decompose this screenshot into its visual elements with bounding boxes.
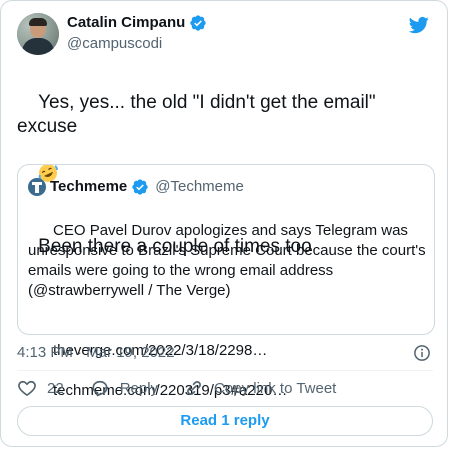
reply-icon [92,380,108,397]
verified-badge-icon [132,179,148,195]
quoted-tweet-header: Techmeme @Techmeme [28,177,244,197]
heart-icon [18,380,36,396]
tweet-timestamp[interactable]: 4:13 PM · Mar 19, 2022 [17,343,175,363]
read-replies-button[interactable]: Read 1 reply [17,406,433,436]
author-name[interactable]: Catalin Cimpanu [67,13,185,33]
copy-link-label: Copy link to Tweet [214,379,337,397]
techmeme-logo-icon [28,178,46,196]
author-name-row[interactable]: Catalin Cimpanu [67,13,207,33]
verified-badge-icon [190,15,207,31]
reply-label: Reply [119,379,159,397]
divider [17,370,433,371]
link-icon [187,381,201,395]
like-button[interactable]: 22 [17,378,64,398]
quoted-tweet[interactable]: Techmeme @Techmeme CEO Pavel Durov apolo… [17,164,435,399]
twitter-bird-icon[interactable] [407,15,431,35]
author-handle[interactable]: @campuscodi [67,34,162,54]
avatar[interactable] [17,13,59,55]
reply-button[interactable]: Reply [90,378,158,398]
like-count: 22 [47,379,64,397]
quoted-author-handle: @Techmeme [155,178,244,195]
quoted-author-name: Techmeme [50,178,128,195]
quoted-text-body: CEO Pavel Durov apologizes and says Tele… [28,222,430,299]
copy-link-button[interactable]: Copy link to Tweet [184,378,336,398]
action-bar: 22 Reply Copy link to Tweet [17,378,362,398]
info-icon[interactable] [413,344,431,362]
tweet-line-1: Yes, yes... the old "I didn't get the em… [17,92,381,137]
tweet-card: Catalin Cimpanu @campuscodi Yes, yes... … [0,0,448,447]
